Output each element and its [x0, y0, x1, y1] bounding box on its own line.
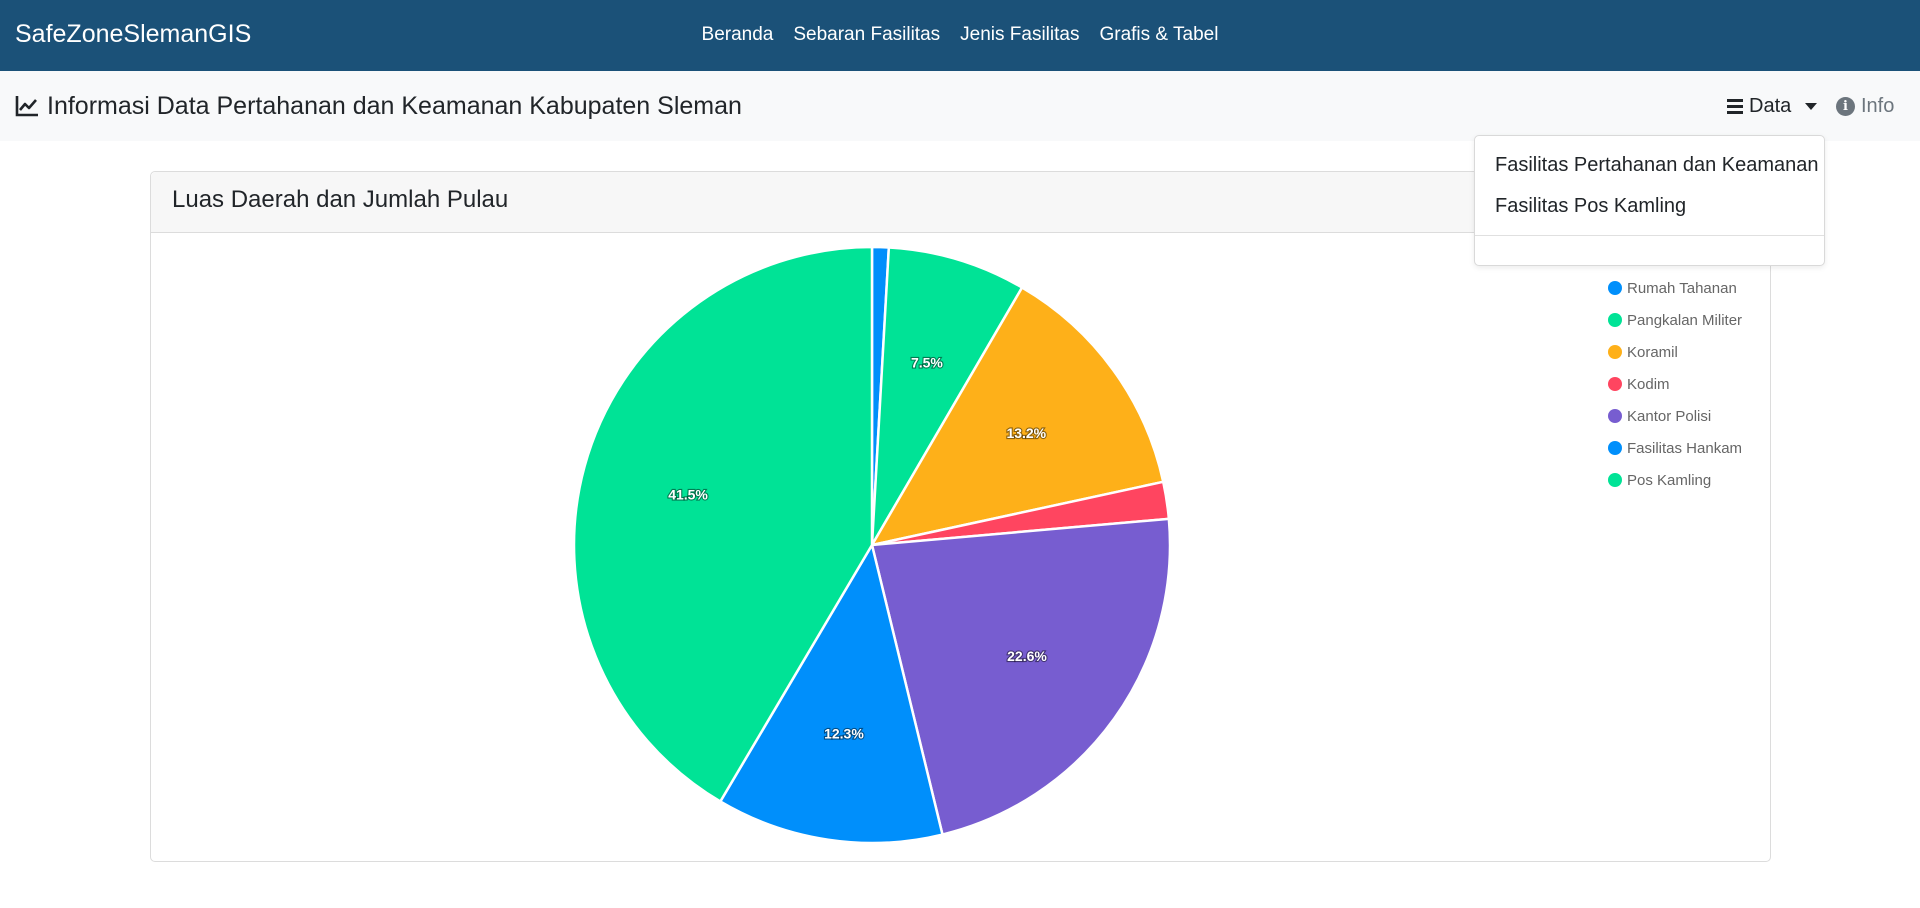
dropdown-item-fasilitas-pos-kamling[interactable]: Fasilitas Pos Kamling — [1495, 195, 1686, 218]
legend-label: Pos Kamling — [1627, 471, 1712, 489]
legend-item-pangkalan-militer[interactable]: Pangkalan Militer — [1608, 304, 1742, 336]
navbar: SafeZoneSlemanGIS Beranda Sebaran Fasili… — [0, 0, 1920, 71]
legend-item-pos-kamling[interactable]: Pos Kamling — [1608, 464, 1742, 496]
legend-label: Fasilitas Hankam — [1627, 439, 1743, 457]
nav-link-jenis-fasilitas[interactable]: Jenis Fasilitas — [960, 24, 1079, 46]
data-dropdown-menu: Fasilitas Pertahanan dan Keamanan Fasili… — [1474, 135, 1825, 266]
nav-link-grafis-tabel[interactable]: Grafis & Tabel — [1099, 24, 1218, 46]
legend-label: Pangkalan Militer — [1627, 311, 1743, 329]
legend-item-koramil[interactable]: Koramil — [1608, 336, 1742, 368]
dropdown-divider — [1475, 235, 1824, 236]
legend-marker — [1608, 281, 1622, 295]
legend-label: Kantor Polisi — [1627, 407, 1712, 425]
legend-item-rumah-tahanan[interactable]: Rumah Tahanan — [1608, 272, 1742, 304]
legend-marker — [1608, 409, 1622, 423]
legend-marker — [1608, 313, 1622, 327]
page-title: Informasi Data Pertahanan dan Keamanan K… — [47, 92, 742, 120]
legend-marker — [1608, 441, 1622, 455]
legend-label: Rumah Tahanan — [1627, 279, 1737, 297]
sub-header: Informasi Data Pertahanan dan Keamanan K… — [0, 71, 1920, 141]
legend-item-kantor-polisi[interactable]: Kantor Polisi — [1608, 400, 1742, 432]
legend-marker — [1608, 473, 1622, 487]
legend-marker — [1608, 377, 1622, 391]
data-menu-toggle[interactable]: Data — [1727, 95, 1818, 118]
nav-link-beranda[interactable]: Beranda — [702, 24, 774, 46]
bars-icon — [1727, 99, 1743, 114]
legend-marker — [1608, 345, 1622, 359]
dropdown-item-fasilitas-hankam[interactable]: Fasilitas Pertahanan dan Keamanan — [1495, 154, 1819, 177]
chart-legend: Rumah Tahanan Pangkalan Militer Koramil Kod… — [1608, 272, 1742, 496]
info-link[interactable]: i Info — [1836, 95, 1894, 118]
main-nav: Beranda Sebaran Fasilitas Jenis Fasilita… — [0, 24, 1920, 46]
data-menu-label: Data — [1749, 95, 1792, 117]
caret-down-icon — [1805, 103, 1818, 110]
info-label: Info — [1861, 95, 1895, 117]
legend-item-fasilitas-hankam[interactable]: Fasilitas Hankam — [1608, 432, 1742, 464]
legend-item-kodim[interactable]: Kodim — [1608, 368, 1742, 400]
legend-label: Kodim — [1627, 375, 1670, 393]
legend-label: Koramil — [1627, 343, 1678, 361]
card-title: Luas Daerah dan Jumlah Pulau — [172, 186, 509, 213]
nav-link-sebaran-fasilitas[interactable]: Sebaran Fasilitas — [793, 24, 940, 46]
info-circle-icon: i — [1836, 97, 1855, 116]
chart-line-icon — [15, 96, 38, 117]
